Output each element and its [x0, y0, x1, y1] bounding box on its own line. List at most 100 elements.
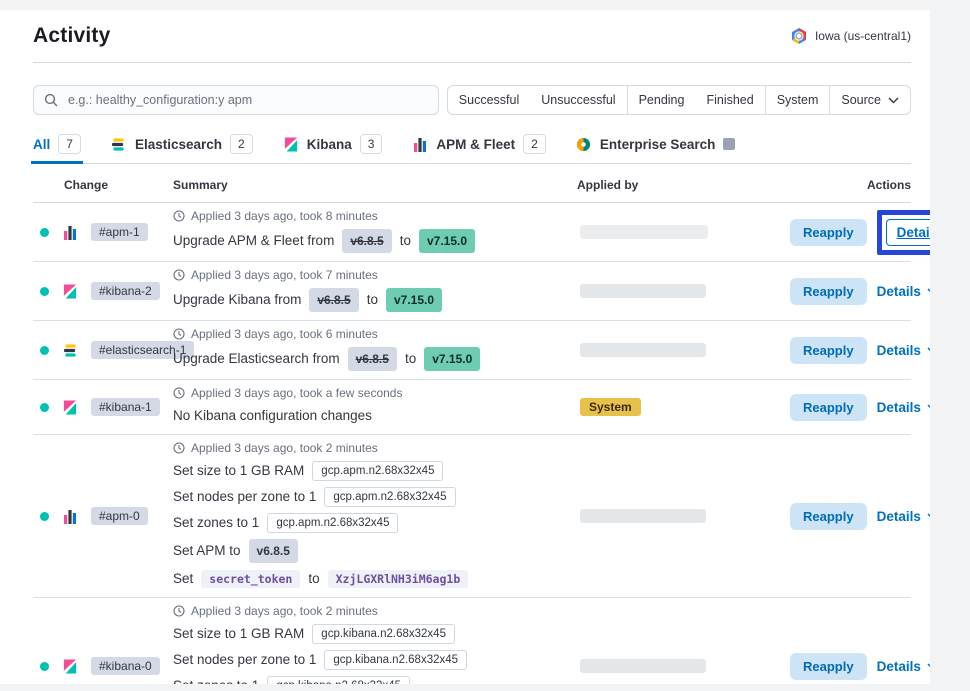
tab-apm-fleet[interactable]: APM & Fleet 2: [412, 134, 545, 163]
apm-fleet-logo-icon: [62, 508, 78, 524]
table-row: #kibana-1 Applied 3 days ago, took a few…: [33, 380, 911, 435]
enterprise-search-logo-icon: [576, 136, 592, 152]
annotation-highlight-box: Details: [877, 210, 930, 255]
change-id-badge: #apm-0: [91, 507, 148, 525]
search-input[interactable]: [66, 92, 428, 108]
status-success-dot: [40, 346, 49, 355]
reapply-button[interactable]: Reapply: [790, 394, 867, 421]
instance-config-badge: gcp.apm.n2.68x32x45: [312, 461, 443, 481]
kibana-logo-icon: [62, 399, 78, 415]
reapply-button[interactable]: Reapply: [790, 503, 867, 530]
chevron-down-icon: [927, 404, 930, 411]
reapply-button[interactable]: Reapply: [790, 278, 867, 305]
status-success-dot: [40, 287, 49, 296]
details-button[interactable]: Details: [877, 284, 930, 299]
instance-config-badge: gcp.apm.n2.68x32x45: [267, 513, 398, 533]
applied-by-redacted: [580, 659, 706, 673]
filter-pending[interactable]: Pending: [628, 86, 696, 114]
filter-group: Successful Unsuccessful Pending Finished…: [447, 85, 911, 115]
applied-by-redacted: [580, 225, 708, 239]
applied-by-redacted: [580, 343, 706, 357]
instance-config-badge: gcp.kibana.n2.68x32x45: [312, 624, 455, 644]
reapply-button[interactable]: Reapply: [790, 219, 867, 246]
page-title: Activity: [33, 24, 110, 48]
column-change: Change: [33, 178, 173, 192]
header-divider: [33, 62, 911, 63]
table-row: #elasticsearch-1 Applied 3 days ago, too…: [33, 321, 911, 380]
kibana-logo-icon: [283, 136, 299, 152]
table-row: #apm-0 Applied 3 days ago, took 2 minute…: [33, 435, 911, 598]
clock-icon: [173, 210, 185, 222]
tab-enterprise-search[interactable]: Enterprise Search: [576, 134, 736, 163]
chevron-down-icon: [927, 347, 930, 354]
clock-icon: [173, 387, 185, 399]
version-from-badge: v6.8.5: [348, 347, 397, 371]
instance-config-badge: gcp.kibana.n2.68x32x45: [267, 676, 410, 684]
activity-page: Activity Iowa (us-central1): [0, 10, 930, 684]
filter-finished[interactable]: Finished: [695, 86, 764, 114]
region-indicator: Iowa (us-central1): [790, 27, 911, 45]
elasticsearch-logo-icon: [111, 136, 127, 152]
version-to-badge: v7.15.0: [386, 288, 442, 312]
clock-icon: [173, 605, 185, 617]
tab-kibana-count: 3: [360, 134, 383, 154]
change-id-badge: #kibana-1: [91, 398, 160, 416]
version-from-badge: v6.8.5: [309, 288, 358, 312]
change-id-badge: #kibana-2: [91, 282, 160, 300]
search-icon: [44, 93, 58, 107]
applied-timestamp: Applied 3 days ago, took 8 minutes: [173, 209, 565, 223]
chevron-down-icon: [888, 97, 899, 104]
table-row: #kibana-2 Applied 3 days ago, took 7 min…: [33, 262, 911, 321]
elasticsearch-logo-icon: [62, 342, 78, 358]
chevron-down-icon: [927, 513, 930, 520]
reapply-button[interactable]: Reapply: [790, 337, 867, 364]
kibana-logo-icon: [62, 283, 78, 299]
applied-timestamp: Applied 3 days ago, took 2 minutes: [173, 604, 565, 618]
applied-timestamp: Applied 3 days ago, took a few seconds: [173, 386, 565, 400]
activity-search[interactable]: [33, 85, 439, 115]
enterprise-search-count-placeholder: [723, 138, 735, 150]
details-button[interactable]: Details: [877, 400, 930, 415]
version-to-badge: v7.15.0: [419, 229, 475, 253]
clock-icon: [173, 328, 185, 340]
column-summary: Summary: [173, 178, 577, 192]
filter-unsuccessful[interactable]: Unsuccessful: [530, 86, 626, 114]
instance-config-badge: gcp.kibana.n2.68x32x45: [324, 650, 467, 670]
activity-table-header: Change Summary Applied by Actions: [33, 164, 911, 203]
kibana-logo-icon: [62, 658, 78, 674]
tab-all-count: 7: [58, 134, 81, 154]
version-from-badge: v6.8.5: [342, 229, 391, 253]
filter-source-dropdown[interactable]: Source: [830, 86, 910, 114]
table-row: #apm-1 Applied 3 days ago, took 8 minute…: [33, 203, 911, 262]
gcp-logo-icon: [790, 27, 808, 45]
secret-token-key: secret_token: [201, 570, 300, 588]
chevron-down-icon: [927, 663, 930, 670]
version-badge: v6.8.5: [249, 539, 298, 563]
tab-apm-fleet-count: 2: [523, 134, 546, 154]
status-success-dot: [40, 512, 49, 521]
secret-token-value: XzjLGXRlNH3iM6ag1b: [328, 570, 469, 588]
filter-successful[interactable]: Successful: [448, 86, 530, 114]
status-success-dot: [40, 403, 49, 412]
column-actions: Actions: [790, 178, 911, 192]
resource-tabs: All 7 Elasticsearch 2 Kibana 3: [33, 134, 911, 164]
details-button[interactable]: Details: [877, 343, 930, 358]
filter-system[interactable]: System: [766, 86, 830, 114]
applied-by-redacted: [580, 284, 706, 298]
status-success-dot: [40, 228, 49, 237]
change-id-badge: #kibana-0: [91, 657, 160, 675]
version-to-badge: v7.15.0: [424, 347, 480, 371]
tab-elasticsearch[interactable]: Elasticsearch 2: [111, 134, 253, 163]
details-button[interactable]: Details: [877, 509, 930, 524]
change-id-badge: #apm-1: [91, 223, 148, 241]
region-label: Iowa (us-central1): [815, 29, 911, 43]
apm-fleet-logo-icon: [412, 136, 428, 152]
applied-timestamp: Applied 3 days ago, took 7 minutes: [173, 268, 565, 282]
tab-kibana[interactable]: Kibana 3: [283, 134, 383, 163]
details-button[interactable]: Details: [877, 659, 930, 674]
tab-all[interactable]: All 7: [33, 134, 81, 163]
reapply-button[interactable]: Reapply: [790, 653, 867, 680]
applied-by-redacted: [580, 509, 706, 523]
status-success-dot: [40, 662, 49, 671]
details-button[interactable]: Details: [886, 219, 930, 246]
